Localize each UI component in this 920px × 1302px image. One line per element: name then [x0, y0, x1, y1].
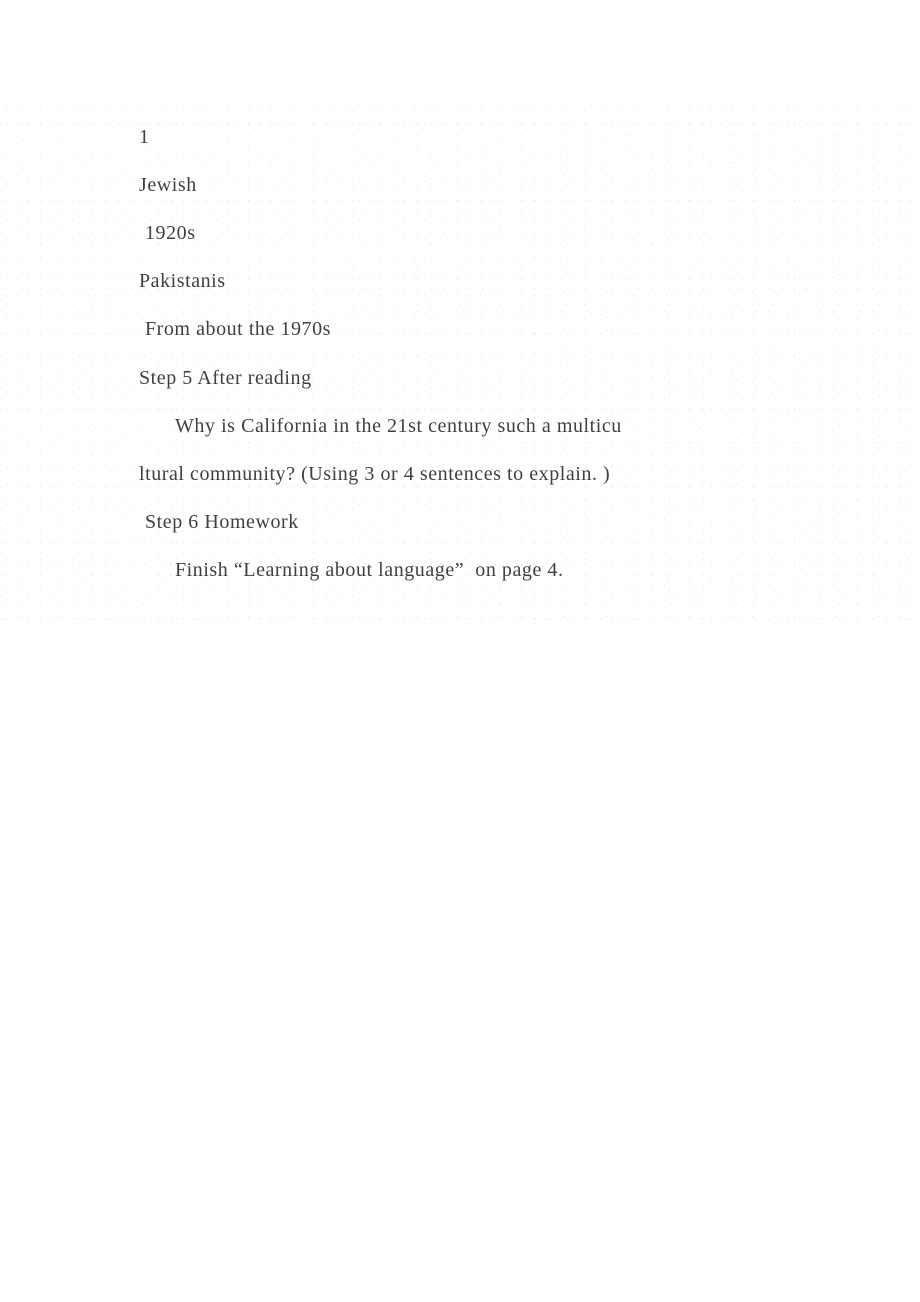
document-paragraph-question-line-2: ltural community? (Using 3 or 4 sentence…: [139, 463, 611, 485]
document-line-2: Jewish: [139, 174, 197, 196]
document-line-1: 1: [139, 126, 150, 148]
document-line-5: From about the 1970s: [145, 318, 331, 340]
document-paragraph-homework: Finish “Learning about language” on page…: [175, 559, 564, 581]
document-paragraph-question-line-1: Why is California in the 21st century su…: [175, 415, 622, 437]
document-heading-step-6: Step 6 Homework: [145, 511, 299, 533]
page-background-texture: [0, 100, 920, 620]
document-line-4: Pakistanis: [139, 270, 226, 292]
document-line-3: 1920s: [145, 222, 196, 244]
document-heading-step-5: Step 5 After reading: [139, 367, 312, 389]
